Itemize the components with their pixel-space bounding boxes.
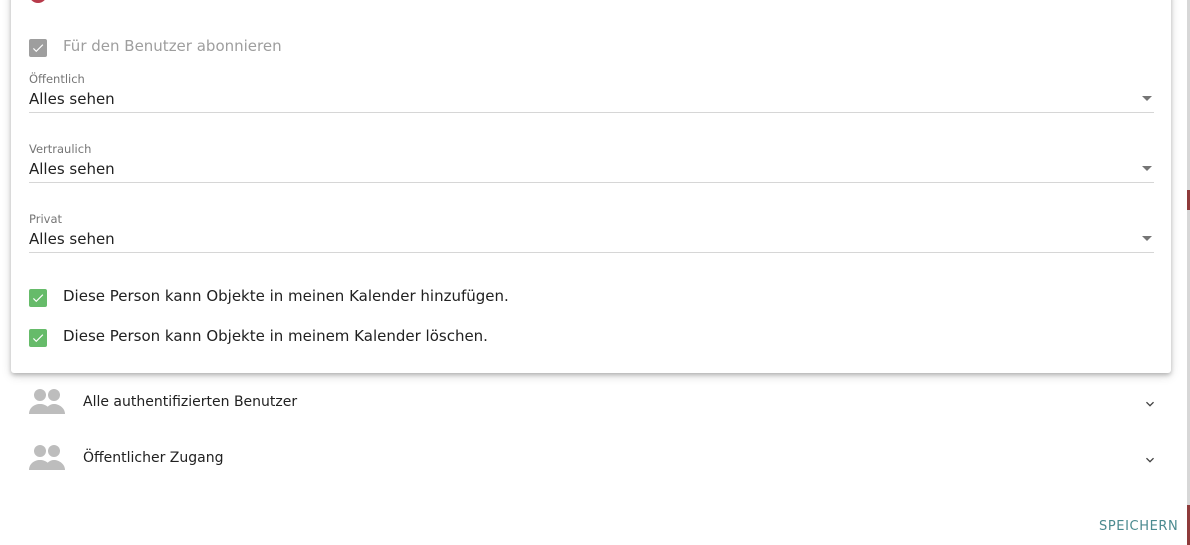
can-delete-label: Diese Person kann Objekte in meinem Kale… [63,327,488,345]
group-icon [29,445,65,470]
avatar-badge [29,0,47,3]
select-confidential-label: Vertraulich [29,142,92,156]
group-label: Alle authentifizierten Benutzer [83,394,298,410]
dropdown-arrow-icon[interactable] [1142,236,1152,241]
group-label: Öffentlicher Zugang [83,450,224,466]
select-public-label: Öffentlich [29,72,85,86]
subscribe-checkbox[interactable] [29,39,47,57]
select-public-value[interactable]: Alles sehen [29,89,1154,109]
select-confidential-value[interactable]: Alles sehen [29,159,1154,179]
chevron-down-icon[interactable] [1142,452,1158,468]
can-add-checkbox[interactable] [29,289,47,307]
permission-card: Für den Benutzer abonnieren Öffentlich A… [11,0,1171,373]
chevron-down-icon[interactable] [1142,396,1158,412]
can-delete-checkbox[interactable] [29,329,47,347]
select-private[interactable]: Privat Alles sehen [29,212,1154,253]
dropdown-arrow-icon[interactable] [1142,166,1152,171]
subscribe-label: Für den Benutzer abonnieren [63,37,282,55]
dropdown-arrow-icon[interactable] [1142,96,1152,101]
check-icon [32,44,44,53]
select-private-value[interactable]: Alles sehen [29,229,1154,249]
select-underline [29,252,1154,253]
select-private-label: Privat [29,212,63,226]
select-underline [29,182,1154,183]
group-row-authenticated[interactable]: Alle authentifizierten Benutzer [28,384,1158,424]
check-icon [32,334,44,343]
save-button[interactable]: SPEICHERN [1099,519,1178,534]
select-public[interactable]: Öffentlich Alles sehen [29,72,1154,113]
can-add-label: Diese Person kann Objekte in meinen Kale… [63,287,509,305]
group-row-public[interactable]: Öffentlicher Zugang [28,440,1158,480]
select-underline [29,112,1154,113]
group-icon [29,389,65,414]
select-confidential[interactable]: Vertraulich Alles sehen [29,142,1154,183]
check-icon [32,294,44,303]
